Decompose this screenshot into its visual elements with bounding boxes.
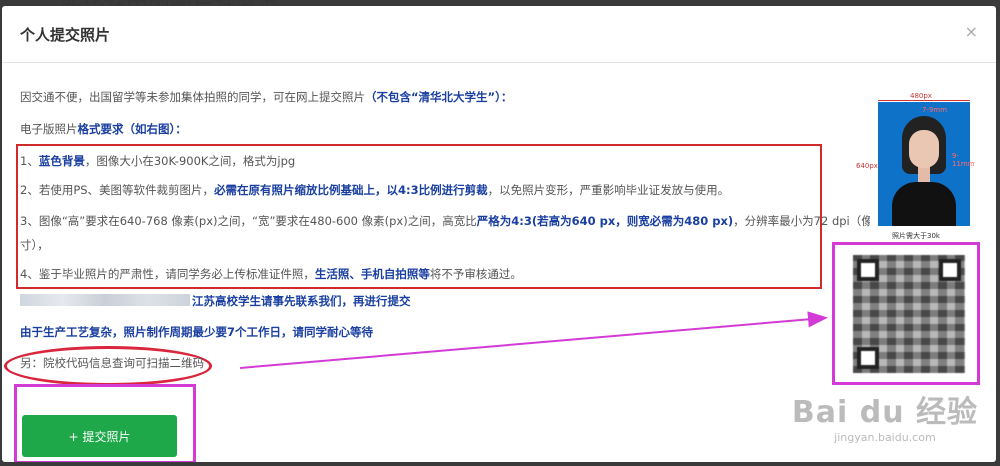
baidu-watermark: Bai du 经验 jingyan.baidu.com: [792, 387, 978, 444]
arrow-line: [239, 311, 828, 369]
watermark-logo: Bai du 经验: [791, 395, 978, 430]
watermark-url: jingyan.baidu.com: [834, 431, 936, 444]
submit-photo-modal: 个人提交照片 × 因交通不便，出国留学等未参加集体拍照的同学，可在网上提交照片（…: [2, 6, 996, 462]
